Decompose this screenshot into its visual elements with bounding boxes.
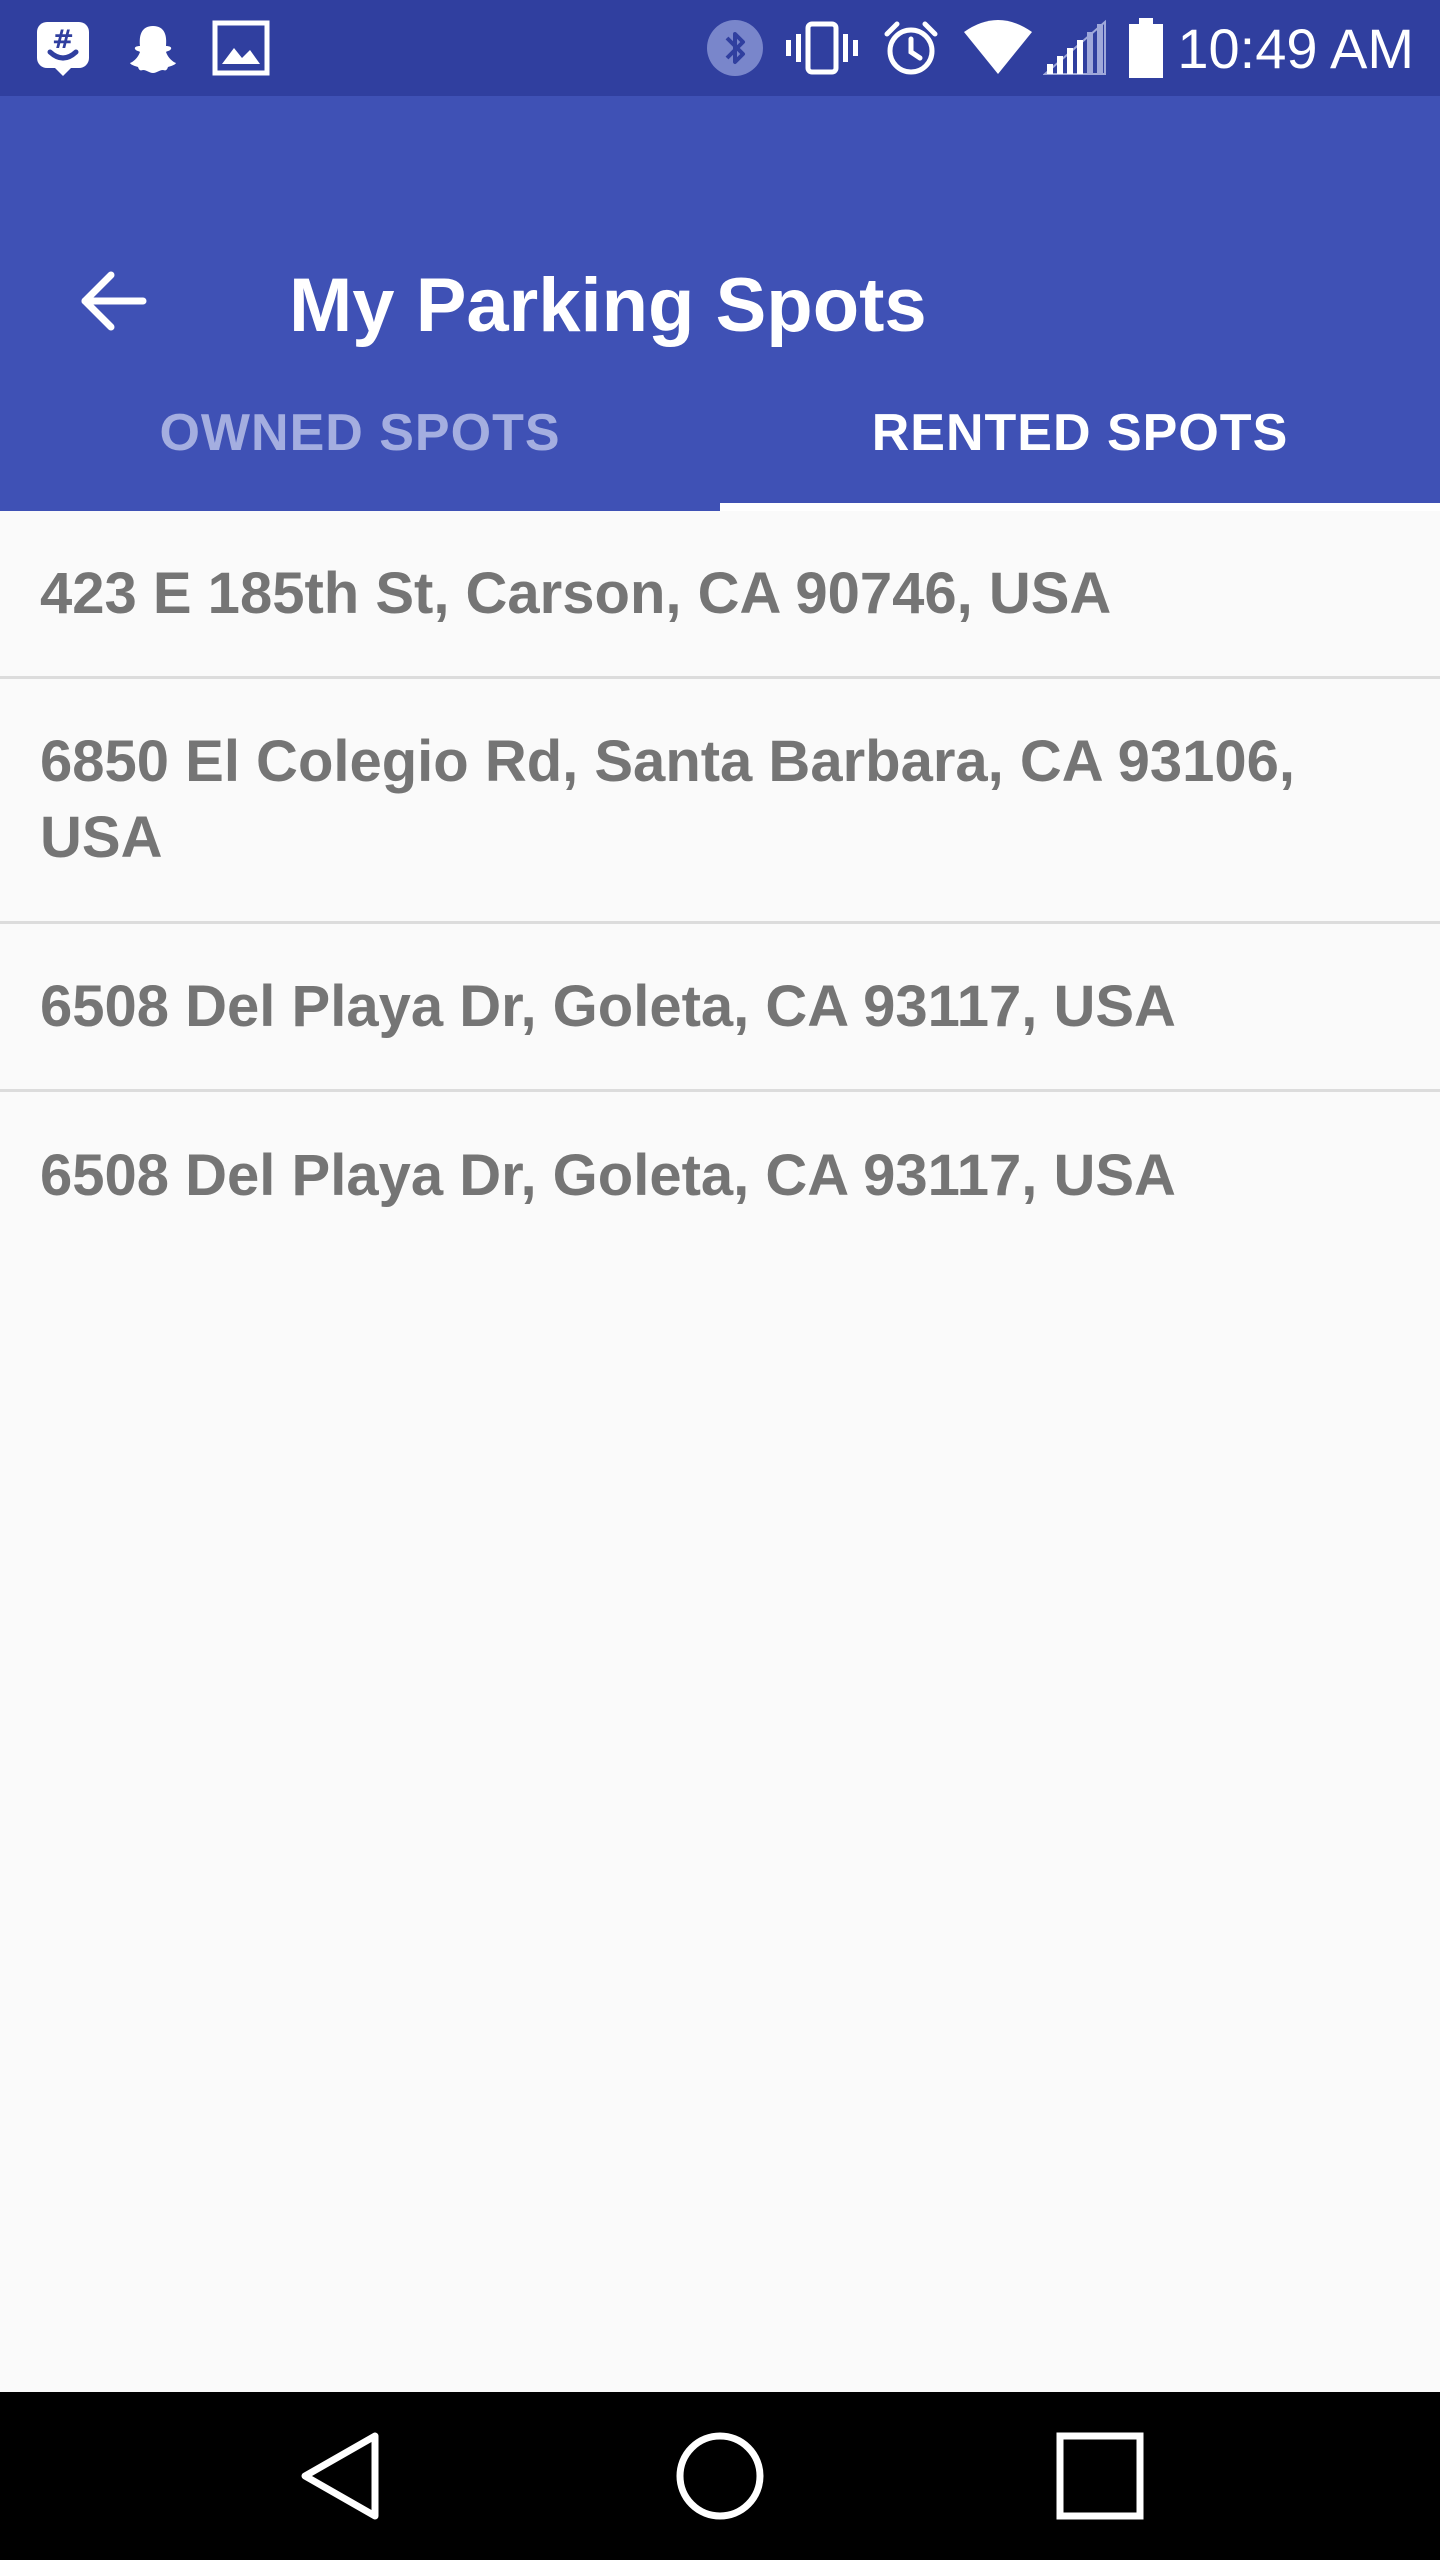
back-triangle-icon	[295, 2428, 385, 2524]
tab-bar: OWNED SPOTS RENTED SPOTS	[0, 355, 1440, 511]
tab-indicator	[720, 503, 1440, 511]
gallery-icon	[208, 0, 274, 96]
home-circle-icon	[672, 2428, 768, 2524]
navigation-bar	[0, 2392, 1440, 2560]
status-time: 10:49 AM	[1177, 16, 1414, 80]
list-item[interactable]: 423 E 185th St, Carson, CA 90746, USA	[0, 511, 1440, 679]
battery-icon	[1124, 0, 1168, 96]
snapchat-icon	[120, 0, 186, 96]
vibrate-icon	[784, 0, 860, 96]
tab-label: OWNED SPOTS	[159, 404, 561, 462]
bluetooth-icon	[704, 0, 766, 96]
page-title: My Parking Spots	[289, 263, 927, 348]
svg-text:#: #	[52, 25, 74, 55]
spot-address: 6508 Del Playa Dr, Goleta, CA 93117, USA	[40, 1143, 1176, 1208]
spot-address: 6508 Del Playa Dr, Goleta, CA 93117, USA	[40, 973, 1176, 1039]
tab-owned-spots[interactable]: OWNED SPOTS	[0, 355, 720, 511]
signal-icon	[1042, 0, 1108, 96]
parking-spot-list: 423 E 185th St, Carson, CA 90746, USA 68…	[0, 511, 1440, 1260]
tab-rented-spots[interactable]: RENTED SPOTS	[720, 355, 1440, 511]
status-bar: # 10:49 AM	[0, 0, 1440, 96]
nav-home-button[interactable]	[660, 2416, 780, 2536]
wifi-icon	[962, 0, 1034, 96]
nav-back-button[interactable]	[280, 2416, 400, 2536]
groupme-icon: #	[30, 0, 96, 96]
recents-square-icon	[1052, 2428, 1148, 2524]
spot-address: 6850 El Colegio Rd, Santa Barbara, CA 93…	[40, 729, 1296, 870]
arrow-back-icon	[77, 265, 149, 337]
list-item[interactable]: 6508 Del Playa Dr, Goleta, CA 93117, USA	[0, 1092, 1440, 1260]
alarm-icon	[878, 0, 944, 96]
tab-label: RENTED SPOTS	[871, 404, 1289, 462]
list-item[interactable]: 6508 Del Playa Dr, Goleta, CA 93117, USA	[0, 924, 1440, 1092]
spot-address: 423 E 185th St, Carson, CA 90746, USA	[40, 560, 1112, 626]
nav-recents-button[interactable]	[1040, 2416, 1160, 2536]
back-button[interactable]	[58, 246, 168, 356]
list-item[interactable]: 6850 El Colegio Rd, Santa Barbara, CA 93…	[0, 679, 1440, 924]
